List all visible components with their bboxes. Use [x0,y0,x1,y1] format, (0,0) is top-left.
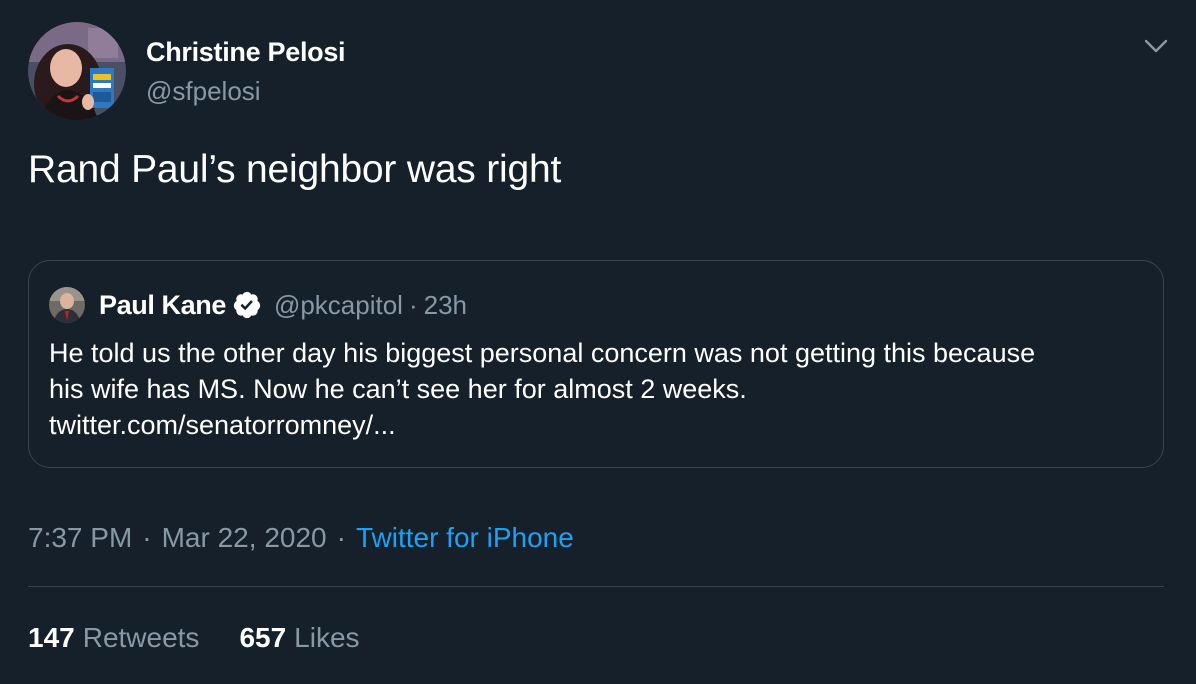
quoted-time: 23h [423,289,468,320]
author-names: Christine Pelosi @sfpelosi [146,22,346,120]
chevron-down-icon[interactable] [1142,36,1170,56]
meta-separator: · [336,522,346,553]
author-display-name[interactable]: Christine Pelosi [146,34,346,70]
tweet-stats: 147 Retweets 657 Likes [28,618,360,658]
quoted-body-link: twitter.com/senatorromney/... [49,410,396,440]
quoted-tweet-body: He told us the other day his biggest per… [49,335,1139,443]
author-avatar[interactable] [28,22,126,120]
divider [28,586,1164,587]
tweet-date[interactable]: Mar 22, 2020 [162,518,327,558]
quoted-body-line: He told us the other day his biggest per… [49,338,1036,368]
quoted-author-handle: @pkcapitol [273,289,403,320]
tweet-author: Christine Pelosi @sfpelosi [28,22,346,120]
tweet-text: Rand Paul’s neighbor was right [28,148,562,191]
quoted-separator: · [408,289,418,320]
retweets-stat[interactable]: 147 Retweets [28,618,199,658]
likes-count: 657 [239,622,287,653]
likes-stat[interactable]: 657 Likes [239,618,359,658]
tweet-time[interactable]: 7:37 PM [28,518,132,558]
verified-badge-icon [232,290,262,320]
retweets-label: Retweets [82,622,200,653]
tweet-meta: 7:37 PM · Mar 22, 2020 · Twitter for iPh… [28,518,574,558]
quoted-tweet-header: Paul Kane @pkcapitol · 23h [49,285,467,325]
author-handle[interactable]: @sfpelosi [146,74,345,108]
quoted-tweet[interactable]: Paul Kane @pkcapitol · 23h He told us th… [28,260,1164,468]
quoted-author-avatar-image [49,287,85,323]
tweet-source-link[interactable]: Twitter for iPhone [356,518,574,558]
meta-separator: · [142,522,152,553]
quoted-author-avatar [49,287,85,323]
tweet-detail: Christine Pelosi @sfpelosi Rand Paul’s n… [0,0,1196,684]
retweets-count: 147 [28,622,75,653]
quoted-body-line: his wife has MS. Now he can’t see her fo… [49,374,747,404]
quoted-author-name: Paul Kane [99,289,226,320]
likes-label: Likes [294,622,360,653]
author-avatar-image [28,22,126,120]
